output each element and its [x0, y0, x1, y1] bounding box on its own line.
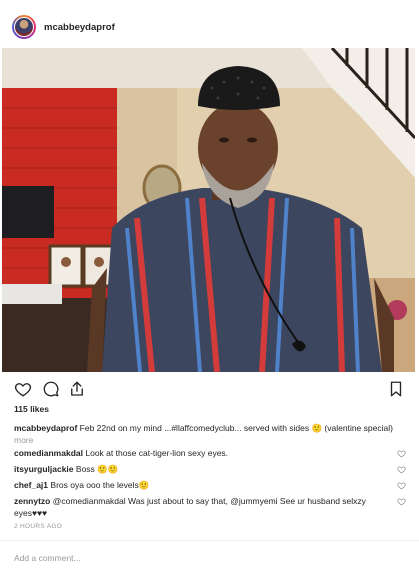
add-comment-input[interactable]: Add a comment...	[14, 553, 81, 563]
caption: mcabbeydaprof Feb 22nd on my mind ...#ll…	[14, 422, 406, 446]
comment-row: chef_aj1 Bros oya ooo the levels🙂	[14, 479, 406, 491]
share-icon[interactable]	[68, 380, 86, 398]
post-username[interactable]: mcabbeydaprof	[44, 22, 115, 33]
comment-username[interactable]: zennytzo	[14, 496, 50, 506]
post-timestamp[interactable]: 2 HOURS AGO	[14, 523, 62, 530]
instagram-post: mcabbeydaprof 115 likes mcabbeydaprof Fe…	[0, 0, 419, 575]
comment-text: Bros oya ooo the levels🙂	[50, 480, 150, 490]
comment-row: zennytzo @comedianmakdal Was just about …	[14, 495, 406, 519]
comment-row: comedianmakdal Look at those cat-tiger-l…	[14, 447, 406, 459]
comment-text: @comedianmakdal Was just about to say th…	[14, 496, 366, 518]
comment-icon[interactable]	[42, 380, 60, 398]
comment-heart-icon[interactable]	[397, 465, 406, 474]
likes-count[interactable]: 115 likes	[14, 404, 49, 414]
comment-username[interactable]: chef_aj1	[14, 480, 48, 490]
more-link[interactable]: more	[14, 435, 33, 445]
comment-row: itsyurguljackie Boss 🙂🙂	[14, 463, 406, 475]
comment-heart-icon[interactable]	[397, 481, 406, 490]
action-bar	[0, 372, 419, 404]
comment-text: Look at those cat-tiger-lion sexy eyes.	[85, 448, 229, 458]
heart-icon[interactable]	[14, 380, 32, 398]
avatar[interactable]	[12, 15, 36, 39]
caption-text: Feb 22nd on my mind ...#llaffcomedyclub.…	[79, 423, 393, 433]
bookmark-icon[interactable]	[387, 380, 405, 398]
comment-text: Boss 🙂🙂	[75, 464, 119, 474]
photo-illustration	[2, 48, 415, 372]
comment-username[interactable]: itsyurguljackie	[14, 464, 74, 474]
comment-heart-icon[interactable]	[397, 497, 406, 506]
post-header: mcabbeydaprof	[0, 0, 419, 48]
comment-heart-icon[interactable]	[397, 449, 406, 458]
divider	[0, 540, 419, 541]
comment-username[interactable]: comedianmakdal	[14, 448, 83, 458]
post-photo[interactable]	[2, 48, 415, 372]
avatar-image	[14, 17, 34, 37]
caption-username[interactable]: mcabbeydaprof	[14, 423, 77, 433]
